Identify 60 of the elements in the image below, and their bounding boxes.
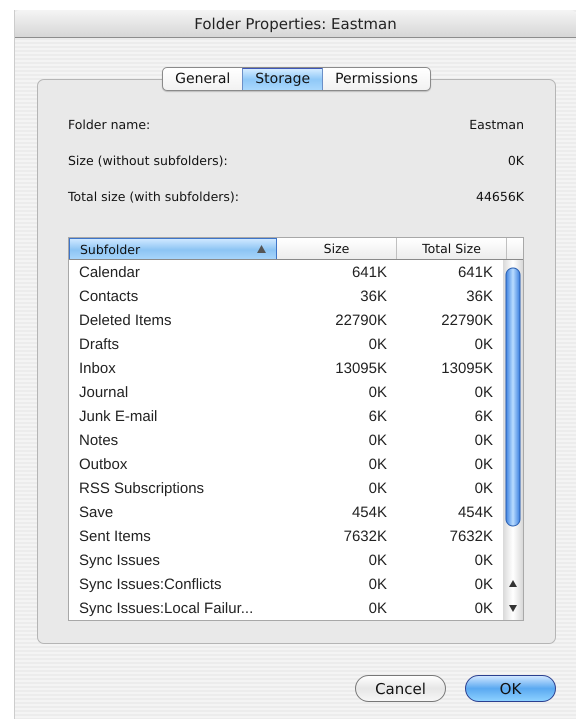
table-cell-text: Contacts [78, 288, 140, 304]
table-cell-text: Journal [78, 384, 130, 400]
table-cell-text: 6K [474, 408, 494, 424]
column-header[interactable]: Total Size [397, 238, 507, 259]
table-cell-text: 0K [474, 456, 494, 472]
table-cell-text: 0K [368, 480, 388, 496]
tab[interactable]: Storage [242, 68, 322, 90]
table-cell-text: RSS Subscriptions [78, 480, 206, 496]
table-cell-text: 22790K [440, 312, 494, 328]
table-cell-text: Inbox [78, 360, 117, 376]
table-cell-text: 0K [474, 336, 494, 352]
field-value: Eastman [469, 116, 524, 134]
table-cell-text: Sync Issues [78, 552, 161, 568]
column-header[interactable]: Size [277, 238, 397, 259]
table-cell-text: 0K [474, 576, 494, 592]
table-cell-text: 0K [368, 576, 388, 592]
table-cell-text: 0K [368, 600, 388, 616]
field-value: 0K [508, 152, 524, 170]
table-cell-text: 36K [465, 288, 494, 304]
table-cell-text: 13095K [440, 360, 494, 376]
table-cell-text: Save [78, 504, 114, 520]
window-title: Folder Properties: Eastman [15, 10, 576, 38]
table-cell-text: 0K [368, 456, 388, 472]
table-cell-text: Outbox [78, 456, 128, 472]
table-cell-text: 7632K [342, 528, 388, 544]
table-cell-text: 0K [368, 552, 388, 568]
tab[interactable]: General [163, 68, 242, 90]
table-cell-text: 0K [368, 432, 388, 448]
table-cell-text: 13095K [334, 360, 388, 376]
table-cell-text: 641K [456, 264, 494, 280]
table-cell-text: 0K [368, 336, 388, 352]
table-cell-text: 454K [350, 504, 388, 520]
field-value: 44656K [476, 188, 524, 206]
table-cell-text: 7632K [448, 528, 494, 544]
table-cell-text: 0K [368, 384, 388, 400]
table-cell-text: 0K [474, 552, 494, 568]
push-button[interactable]: OK [465, 675, 556, 702]
table-cell-text: 22790K [334, 312, 388, 328]
table-cell-text: Sync Issues:Conflicts [78, 576, 223, 592]
table-cell-text: Deleted Items [78, 312, 173, 328]
table-cell-text: 0K [474, 384, 494, 400]
column-header[interactable]: Subfolder [69, 238, 277, 259]
push-button[interactable]: Cancel [355, 675, 446, 702]
table-cell-text: 0K [474, 432, 494, 448]
field-label: Size (without subfolders): [68, 152, 228, 170]
table-cell-text: Drafts [78, 336, 120, 352]
field-label: Folder name: [68, 116, 150, 134]
table-cell-text: Sent Items [78, 528, 152, 544]
table-cell-text: 641K [350, 264, 388, 280]
table-cell-text: 0K [474, 480, 494, 496]
table-cell-text: Sync Issues:Local Failur... [78, 600, 254, 616]
table-cell-text: Notes [78, 432, 120, 448]
field-label: Total size (with subfolders): [68, 188, 240, 206]
table-cell-text: 36K [359, 288, 388, 304]
scroll-bar[interactable] [503, 260, 523, 620]
table-cell-text: Calendar [78, 264, 141, 280]
table-cell-text: Junk E-mail [78, 408, 158, 424]
table-cell-text: 6K [368, 408, 388, 424]
table-cell-text: 0K [474, 600, 494, 616]
table-cell-text: 454K [456, 504, 494, 520]
